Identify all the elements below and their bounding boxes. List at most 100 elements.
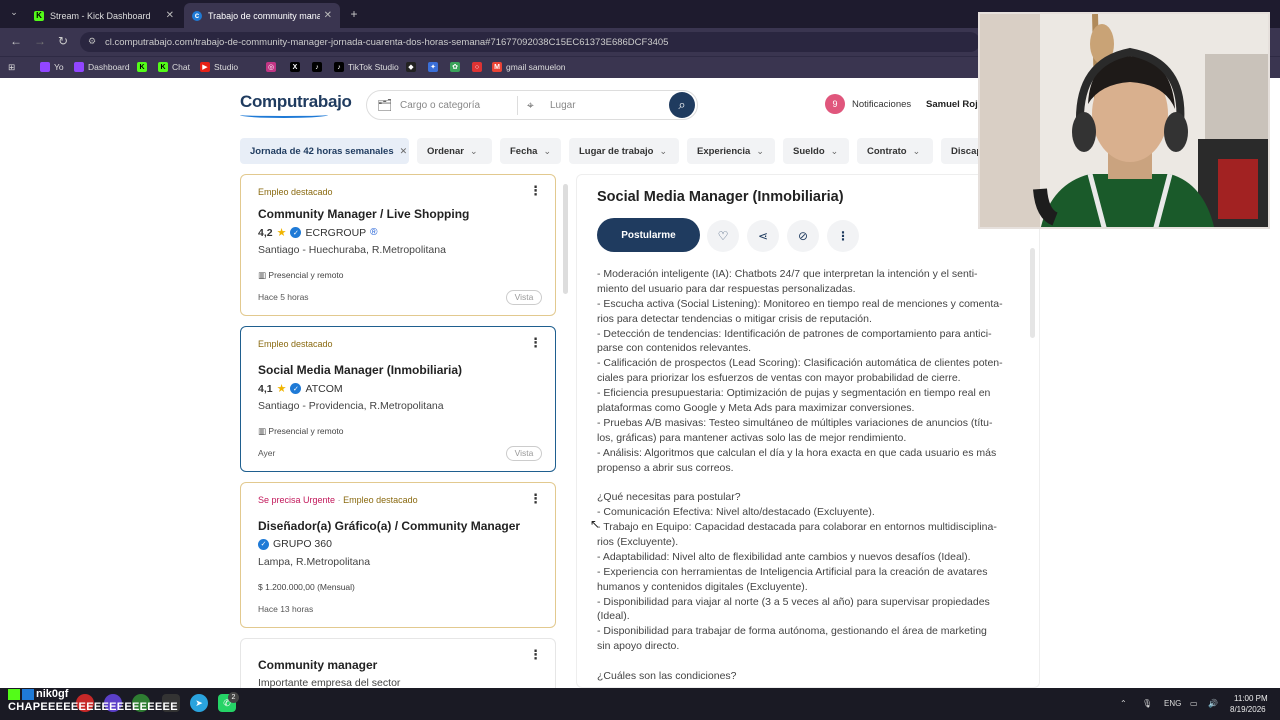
tab-kick-dashboard[interactable]: K Stream - Kick Dashboard ✕ — [26, 3, 182, 28]
telegram-icon[interactable]: ➤ — [190, 694, 208, 712]
company-name[interactable]: ATCOM — [305, 383, 342, 395]
url-text: cl.computrabajo.com/trabajo-de-community… — [105, 37, 669, 48]
featured-tag: Empleo destacado — [258, 187, 333, 197]
posted-time: Ayer — [258, 448, 276, 458]
more-options-icon[interactable]: ⋮ — [529, 335, 542, 351]
bookmark-tiktok[interactable]: ♪ — [312, 62, 322, 72]
job-modality: ▥ Presencial y remoto — [258, 270, 344, 280]
description-line — [597, 475, 1017, 490]
bookmark-yo[interactable]: Yo — [40, 62, 64, 72]
star-icon: ★ — [276, 383, 287, 395]
share-button[interactable]: ⋖ — [747, 220, 779, 252]
bookmark-instagram[interactable]: ◎ — [266, 62, 276, 72]
job-card[interactable]: Se precisa Urgente · Empleo destacado ⋮ … — [240, 482, 556, 628]
chevron-down-icon: ⌄ — [830, 145, 839, 156]
bookmark-chat[interactable]: K Chat — [158, 62, 190, 72]
job-title[interactable]: Community Manager / Live Shopping — [258, 207, 469, 221]
description-line: - Pruebas A/B masivas: Testeo simultáneo… — [597, 416, 993, 429]
bookmark-gmail[interactable]: Mgmail samuelon — [492, 62, 566, 72]
clock-time[interactable]: 11:00 PM — [1234, 694, 1268, 703]
filter-lugar[interactable]: Lugar de trabajo ⌄ — [569, 138, 679, 164]
star-icon: ★ — [276, 227, 287, 239]
job-title[interactable]: Diseñador(a) Gráfico(a) / Community Mana… — [258, 519, 520, 533]
more-options-icon[interactable]: ⋮ — [529, 647, 542, 663]
close-tab-icon[interactable]: ✕ — [166, 10, 174, 21]
description-line: - Eficiencia presupuestaria: Optimizació… — [597, 387, 991, 400]
description-line: rios para detectar tendencias o mitigar … — [597, 312, 872, 325]
heart-icon: ♡ — [717, 229, 729, 243]
address-bar[interactable]: ⚙ cl.computrabajo.com/trabajo-de-communi… — [80, 32, 980, 52]
more-options-button[interactable]: ⋮ — [827, 220, 859, 252]
apply-button[interactable]: Postularme — [597, 218, 700, 252]
bookmark-4[interactable]: ◆ — [406, 62, 416, 72]
favorite-button[interactable]: ♡ — [707, 220, 739, 252]
user-menu[interactable]: Samuel Roja — [926, 99, 983, 110]
detail-scrollbar[interactable] — [1030, 248, 1035, 338]
search-bar: 🗂 Cargo o categoría ⌖ Lugar — [366, 90, 698, 120]
new-tab-icon[interactable]: + — [346, 7, 362, 21]
bookmark-6[interactable]: ✿ — [450, 62, 460, 72]
language-indicator[interactable]: ENG — [1164, 699, 1181, 708]
computrabajo-logo[interactable]: Computrabajo — [240, 92, 352, 112]
filter-sueldo[interactable]: Sueldo ⌄ — [783, 138, 849, 164]
bookmark-5[interactable]: ✦ — [428, 62, 438, 72]
job-card-selected[interactable]: Empleo destacado ⋮ Social Media Manager … — [240, 326, 556, 472]
mouse-cursor-icon: ↖ — [590, 517, 601, 531]
job-title[interactable]: Community manager — [258, 658, 377, 672]
filter-fecha[interactable]: Fecha ⌄ — [500, 138, 561, 164]
bookmark-x[interactable]: X — [290, 62, 300, 72]
notifications-link[interactable]: Notificaciones — [852, 99, 911, 110]
circle-icon: ○ — [472, 62, 482, 72]
reload-icon[interactable]: ↻ — [55, 34, 71, 48]
tab-title: Trabajo de community manager — [208, 10, 320, 21]
search-button[interactable]: ⌕ — [669, 92, 695, 118]
bookmark-tiktok-studio[interactable]: ♪ TikTok Studio — [334, 62, 399, 72]
chat-message: CHAPEEEEEEEEEEEEEEEEEE — [8, 701, 178, 713]
webcam-overlay — [978, 12, 1270, 229]
company-rating: 4,2 — [258, 226, 273, 239]
twitch-icon — [40, 62, 50, 72]
notifications-badge[interactable]: 9 — [825, 94, 845, 114]
apps-grid-icon[interactable]: ⊞ — [8, 62, 15, 73]
job-modality: ▥ Presencial y remoto — [258, 426, 344, 436]
company-name[interactable]: ECRGROUP — [305, 227, 366, 239]
location-input[interactable]: Lugar — [550, 100, 576, 111]
filter-contrato[interactable]: Contrato ⌄ — [857, 138, 933, 164]
tab-computrabajo[interactable]: c Trabajo de community manager ✕ — [184, 3, 340, 28]
sparkle-icon: ✦ — [428, 62, 438, 72]
tab-list-chevron-icon[interactable]: ⌄ — [6, 7, 22, 18]
company-rating: 4,1 — [258, 382, 273, 395]
more-options-icon[interactable]: ⋮ — [529, 491, 542, 507]
whatsapp-badge: 2 — [228, 692, 239, 703]
bookmark-studio[interactable]: ▶ Studio — [200, 62, 238, 72]
job-card[interactable]: ⋮ Community manager Importante empresa d… — [240, 638, 556, 688]
more-options-icon[interactable]: ⋮ — [529, 183, 542, 199]
bookmark-7[interactable]: ○ — [472, 62, 482, 72]
network-icon[interactable]: ▭ — [1190, 699, 1198, 708]
building-icon: ▥ — [258, 270, 269, 280]
urgent-tag: Se precisa Urgente — [258, 495, 336, 505]
twitch-icon — [74, 62, 84, 72]
back-icon[interactable]: ← — [8, 34, 24, 48]
forward-icon[interactable]: → — [32, 34, 48, 48]
remove-filter-icon[interactable]: ✕ — [400, 146, 408, 157]
job-description: - Moderación inteligente (IA): Chatbots … — [597, 267, 1017, 684]
tiktok-icon: ♪ — [312, 62, 322, 72]
filter-ordenar[interactable]: Ordenar ⌄ — [417, 138, 492, 164]
job-card[interactable]: Empleo destacado ⋮ Community Manager / L… — [240, 174, 556, 316]
list-scrollbar[interactable] — [563, 184, 568, 294]
filter-jornada[interactable]: Jornada de 42 horas semanales ✕ — [240, 138, 409, 164]
hide-button[interactable]: ⊘ — [787, 220, 819, 252]
bookmark-dashboard[interactable]: Dashboard — [74, 62, 130, 72]
site-info-icon[interactable]: ⚙ — [88, 36, 96, 47]
volume-icon[interactable]: 🔊 — [1208, 699, 1218, 708]
tray-overflow-icon[interactable]: ⌃ — [1120, 699, 1127, 708]
job-title[interactable]: Social Media Manager (Inmobiliaria) — [258, 363, 462, 377]
microphone-icon[interactable]: 🎙 — [1142, 699, 1152, 708]
filter-experiencia[interactable]: Experiencia ⌄ — [687, 138, 775, 164]
company-name[interactable]: GRUPO 360 — [273, 538, 332, 550]
clock-date[interactable]: 8/19/2026 — [1230, 705, 1266, 714]
close-tab-icon[interactable]: ✕ — [324, 10, 332, 21]
job-search-input[interactable]: Cargo o categoría — [400, 100, 480, 111]
bookmark-kick[interactable]: K — [137, 62, 147, 72]
